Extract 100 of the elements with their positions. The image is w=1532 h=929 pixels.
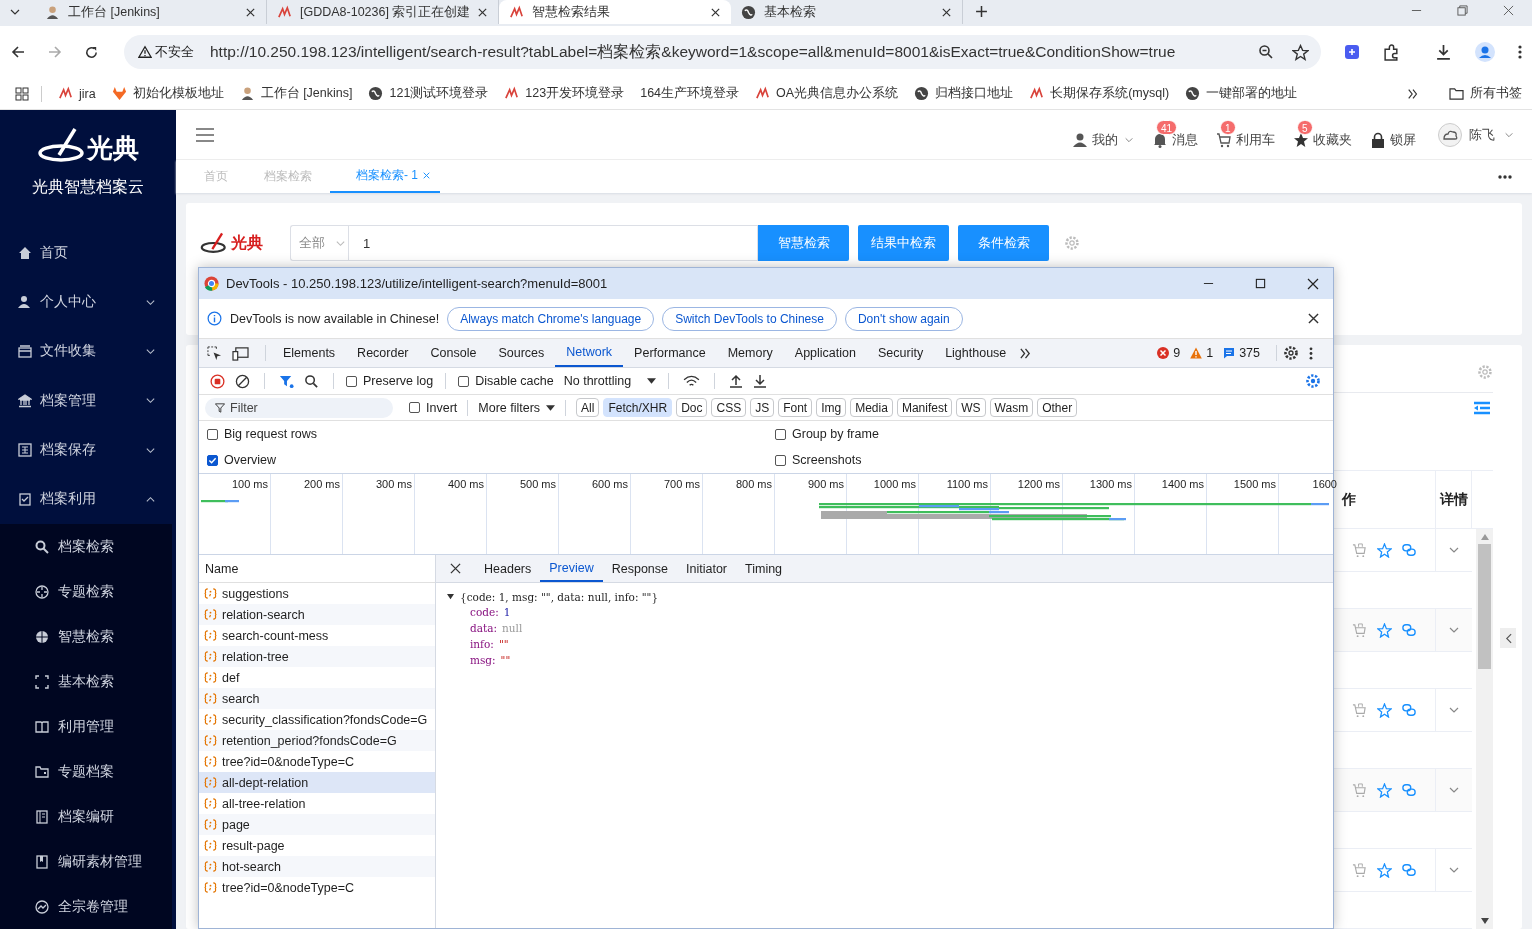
reload-icon[interactable] xyxy=(84,44,99,60)
bookmark[interactable]: 工作台 [Jenkins] xyxy=(239,85,353,102)
detail-tab[interactable]: Timing xyxy=(736,555,792,582)
user-menu[interactable]: 陈飞 xyxy=(1438,122,1514,147)
warning-count[interactable]: 1 xyxy=(1190,346,1214,360)
detail-tab[interactable]: Preview xyxy=(540,555,603,582)
request-row[interactable]: search-count-mess xyxy=(199,625,435,646)
panel-tab[interactable]: Console xyxy=(419,339,488,367)
bookmark[interactable]: 123开发环境登录 xyxy=(504,85,625,102)
checkbox[interactable] xyxy=(207,454,218,466)
bookmark[interactable]: 一键部署的地址 xyxy=(1185,85,1298,102)
filter-icon[interactable] xyxy=(279,373,294,389)
bookmark[interactable]: 121测试环境登录 xyxy=(368,85,489,102)
type-filter-chip[interactable]: Media xyxy=(850,398,893,417)
type-filter-chip[interactable]: Fetch/XHR xyxy=(603,398,673,417)
link-icon[interactable] xyxy=(1402,863,1416,878)
menu-item[interactable]: 首页 xyxy=(0,228,176,278)
scroll-down-icon[interactable] xyxy=(1480,918,1489,924)
type-filter-chip[interactable]: Font xyxy=(778,398,813,417)
star-icon[interactable] xyxy=(1377,862,1392,878)
menu-item[interactable]: 档案利用 xyxy=(0,474,176,525)
submenu-item[interactable]: 档案检索 xyxy=(0,524,172,570)
record-icon[interactable] xyxy=(210,373,225,389)
back-icon[interactable] xyxy=(10,44,26,60)
request-row[interactable]: retention_period?fondsCode=G xyxy=(199,730,435,751)
bookmark[interactable]: 归档接口地址 xyxy=(914,85,1014,102)
panel-tab[interactable]: Lighthouse xyxy=(934,339,1018,367)
browser-tab[interactable]: 智慧检索结果 xyxy=(499,0,731,24)
panel-tab[interactable]: Application xyxy=(783,339,867,367)
apps-icon[interactable] xyxy=(15,86,29,101)
type-filter-chip[interactable]: Doc xyxy=(676,398,708,417)
zoom-icon[interactable] xyxy=(1258,44,1274,60)
device-icon[interactable] xyxy=(232,345,249,361)
download-icon[interactable] xyxy=(753,374,768,388)
star-icon[interactable] xyxy=(1377,622,1392,638)
link-icon[interactable] xyxy=(1402,783,1416,798)
star-icon[interactable] xyxy=(1292,43,1309,61)
infobar-button[interactable]: Switch DevTools to Chinese xyxy=(662,306,837,331)
search-field[interactable]: 1 xyxy=(348,225,758,261)
more-icon[interactable] xyxy=(1309,345,1313,361)
type-filter-chip[interactable]: Wasm xyxy=(989,398,1034,417)
link-icon[interactable] xyxy=(1402,703,1416,718)
request-row[interactable]: all-tree-relation xyxy=(199,793,435,814)
all-bookmarks[interactable]: 所有书签 xyxy=(1449,85,1522,102)
collapse-list-icon[interactable] xyxy=(1474,401,1490,415)
request-row[interactable]: security_classification?fondsCode=G xyxy=(199,709,435,730)
request-row[interactable]: def xyxy=(199,667,435,688)
puzzle-icon[interactable] xyxy=(1383,43,1400,61)
browser-tab[interactable]: 基本检索 xyxy=(731,0,963,24)
maximize-icon[interactable] xyxy=(1255,278,1266,289)
panel-tab[interactable]: Elements xyxy=(272,339,347,367)
close-icon[interactable] xyxy=(450,563,461,574)
star-icon[interactable] xyxy=(1377,542,1392,558)
submenu-item[interactable]: 专题检索 xyxy=(0,569,172,615)
header-link[interactable]: 1 利用车 xyxy=(1216,118,1275,151)
request-row[interactable]: hot-search xyxy=(199,856,435,877)
close-icon[interactable] xyxy=(941,6,952,18)
link-icon[interactable] xyxy=(1402,623,1416,638)
detail-tab[interactable]: Initiator xyxy=(677,555,736,582)
checkbox[interactable] xyxy=(346,375,357,387)
type-filter-chip[interactable]: CSS xyxy=(711,398,747,417)
star-icon[interactable] xyxy=(1377,782,1392,798)
double-chevron-icon[interactable] xyxy=(1407,87,1419,100)
bookmark[interactable]: 长期保存系统(mysql) xyxy=(1029,85,1170,102)
header-link[interactable]: 锁屏 xyxy=(1370,118,1416,151)
more-tabs-icon[interactable] xyxy=(1019,346,1033,360)
checkbox[interactable] xyxy=(775,454,786,466)
bookmark[interactable]: jira xyxy=(58,86,96,101)
upload-icon[interactable] xyxy=(729,374,744,388)
close-icon[interactable] xyxy=(245,6,256,18)
inspect-icon[interactable] xyxy=(207,345,222,361)
close-icon[interactable] xyxy=(1308,313,1319,324)
type-filter-chip[interactable]: JS xyxy=(750,398,775,417)
security-chip[interactable]: 不安全 xyxy=(130,43,202,61)
submenu-item[interactable]: 编研素材管理 xyxy=(0,839,172,885)
request-row[interactable]: relation-search xyxy=(199,604,435,625)
submenu-item[interactable]: 全宗卷管理 xyxy=(0,884,172,929)
header-link[interactable]: 5 收藏夹 xyxy=(1293,118,1352,151)
star-icon[interactable] xyxy=(1377,702,1392,718)
close-icon[interactable] xyxy=(710,6,721,18)
bookmark[interactable]: 初始化模板地址 xyxy=(111,85,224,102)
panel-tab[interactable]: Performance xyxy=(623,339,717,367)
filter-field[interactable]: Filter xyxy=(205,397,393,418)
request-row[interactable]: search xyxy=(199,688,435,709)
expanded-triangle-icon[interactable] xyxy=(447,593,454,600)
request-row[interactable]: tree?id=0&nodeType=C xyxy=(199,877,435,898)
type-filter-chip[interactable]: Img xyxy=(816,398,847,417)
panel-tab[interactable]: Memory xyxy=(716,339,784,367)
checkbox[interactable] xyxy=(207,428,218,440)
request-row[interactable]: all-dept-relation xyxy=(199,772,435,793)
link-icon[interactable] xyxy=(1402,543,1416,558)
submenu-item[interactable]: 档案编研 xyxy=(0,794,172,840)
header-link[interactable]: 41 消息 xyxy=(1152,118,1198,151)
type-filter-chip[interactable]: Other xyxy=(1037,398,1078,417)
close-icon[interactable] xyxy=(1307,277,1319,290)
panel-tab[interactable]: Sources xyxy=(487,339,556,367)
type-filter-chip[interactable]: WS xyxy=(956,398,986,417)
panel-tab[interactable]: Security xyxy=(867,339,935,367)
request-row[interactable]: suggestions xyxy=(199,583,435,604)
request-row[interactable]: page xyxy=(199,814,435,835)
